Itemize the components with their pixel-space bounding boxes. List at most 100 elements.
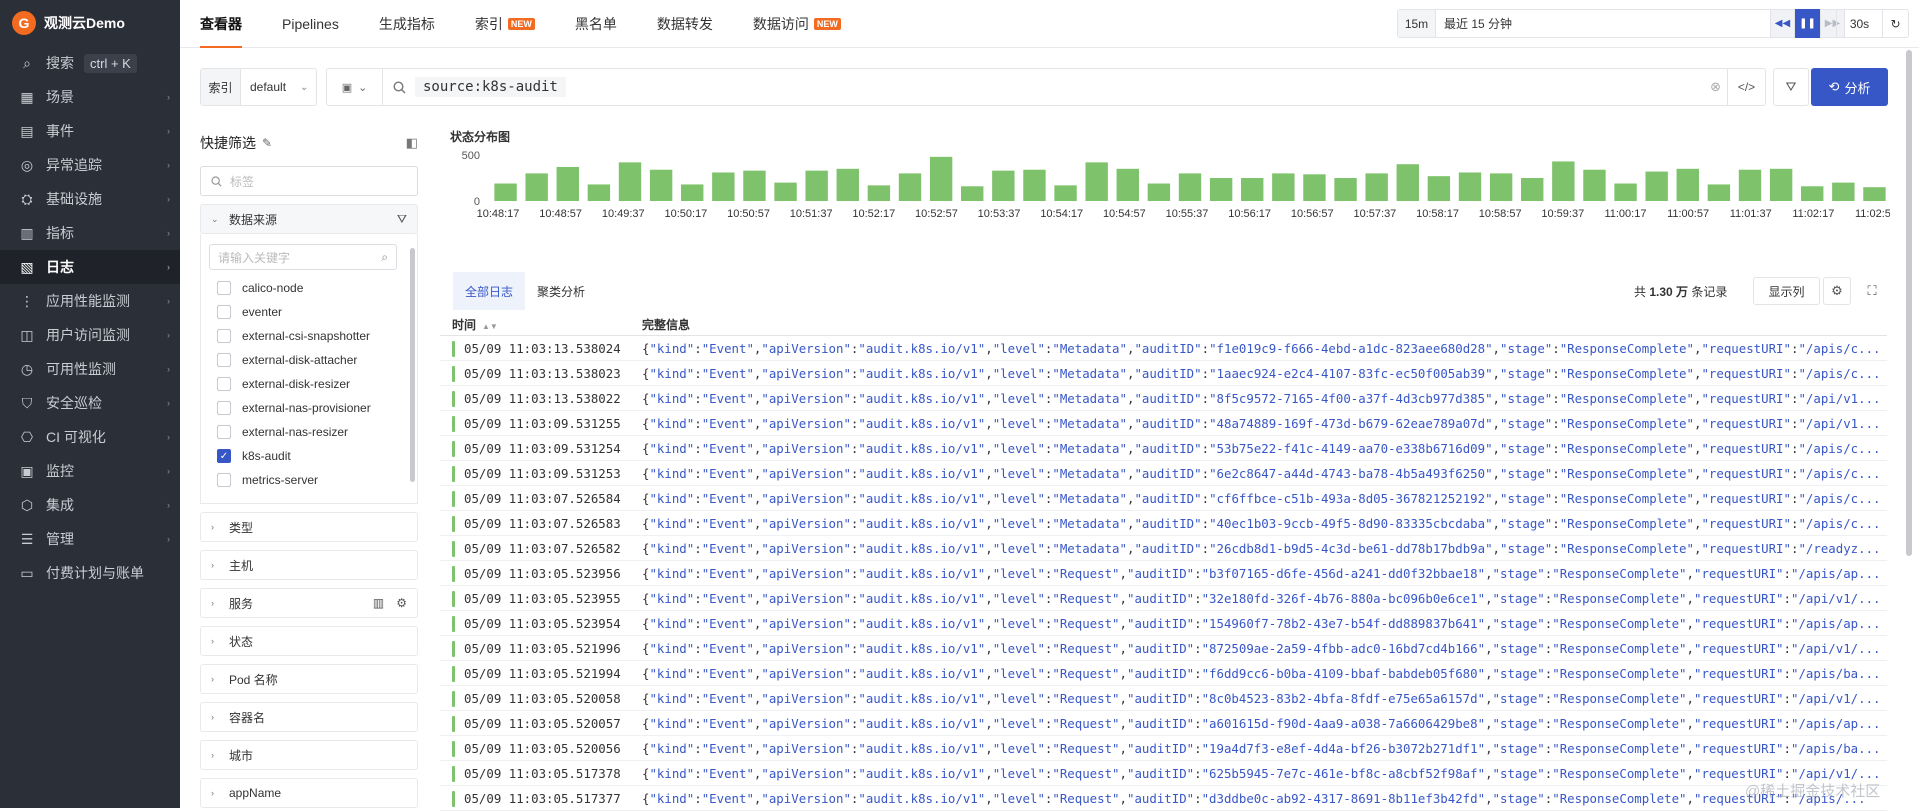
table-row[interactable]: 05/09 11:03:09.531254 {"kind":"Event","ap… bbox=[440, 436, 1887, 461]
columns-button[interactable]: 显示列 bbox=[1753, 277, 1820, 305]
table-row[interactable]: 05/09 11:03:05.523956 {"kind":"Event","ap… bbox=[440, 561, 1887, 586]
datasource-item[interactable]: calico-node bbox=[209, 276, 417, 300]
tab-3[interactable]: 索引 NEW bbox=[455, 0, 555, 48]
index-value[interactable]: default bbox=[241, 80, 300, 94]
edit-icon[interactable]: ✎ bbox=[262, 136, 272, 150]
columns-icon[interactable]: ▥ bbox=[373, 596, 384, 610]
sidebar-item-2[interactable]: ▤ 事件 › bbox=[0, 114, 180, 148]
table-row[interactable]: 05/09 11:03:05.520056 {"kind":"Event","ap… bbox=[440, 736, 1887, 761]
tab-4[interactable]: 黑名单 bbox=[555, 0, 637, 48]
chevron-down-icon[interactable]: ⌄ bbox=[300, 82, 316, 93]
datasource-item[interactable]: metrics-server bbox=[209, 468, 417, 492]
table-row[interactable]: 05/09 11:03:07.526583 {"kind":"Event","ap… bbox=[440, 511, 1887, 536]
tab-0[interactable]: 查看器 bbox=[180, 0, 262, 48]
gear-icon[interactable]: ⚙ bbox=[1823, 277, 1851, 305]
app-logo[interactable]: G 观测云Demo bbox=[0, 0, 180, 46]
table-row[interactable]: 05/09 11:03:07.526582 {"kind":"Event","ap… bbox=[440, 536, 1887, 561]
checkbox[interactable]: ✓ bbox=[217, 449, 231, 463]
table-row[interactable]: 05/09 11:03:13.538023 {"kind":"Event","ap… bbox=[440, 361, 1887, 386]
sidebar-item-0[interactable]: ⌕ 搜索 ctrl + K bbox=[0, 46, 180, 80]
filter-icon[interactable]: ⛛ bbox=[1773, 68, 1809, 106]
sidebar-item-7[interactable]: ⋮ 应用性能监测 › bbox=[0, 284, 180, 318]
checkbox[interactable] bbox=[217, 281, 231, 295]
checkbox[interactable] bbox=[217, 305, 231, 319]
sidebar-item-15[interactable]: ▭ 付费计划与账单 bbox=[0, 556, 180, 590]
table-row[interactable]: 05/09 11:03:13.538022 {"kind":"Event","ap… bbox=[440, 386, 1887, 411]
fullscreen-icon[interactable]: ⛶ bbox=[1858, 277, 1886, 305]
sidebar-item-6[interactable]: ▧ 日志 › bbox=[0, 250, 180, 284]
refresh-interval-value[interactable]: 30s bbox=[1837, 17, 1882, 31]
table-row[interactable]: 05/09 11:03:05.523955 {"kind":"Event","ap… bbox=[440, 586, 1887, 611]
table-row[interactable]: 05/09 11:03:05.523954 {"kind":"Event","ap… bbox=[440, 611, 1887, 636]
page-scrollbar[interactable] bbox=[1906, 50, 1912, 556]
facet-5[interactable]: › 容器名 bbox=[200, 702, 418, 732]
sidebar-item-1[interactable]: ▦ 场景 › bbox=[0, 80, 180, 114]
tab-2[interactable]: 生成指标 bbox=[359, 0, 455, 48]
sidebar-item-12[interactable]: ▣ 监控 › bbox=[0, 454, 180, 488]
sidebar-item-14[interactable]: ☰ 管理 › bbox=[0, 522, 180, 556]
keyword-search-input[interactable]: 请输入关键字 ⌕ bbox=[209, 244, 397, 270]
datasource-item[interactable]: eventer bbox=[209, 300, 417, 324]
analyze-button[interactable]: ⟲ 分析 bbox=[1811, 68, 1888, 106]
sidebar-item-3[interactable]: ◎ 异常追踪 › bbox=[0, 148, 180, 182]
refresh-icon[interactable]: ↻ bbox=[1882, 10, 1908, 37]
scrollbar[interactable] bbox=[410, 248, 415, 482]
table-row[interactable]: 05/09 11:03:05.520057 {"kind":"Event","ap… bbox=[440, 711, 1887, 736]
tab-5[interactable]: 数据转发 bbox=[637, 0, 733, 48]
facet-datasource-header[interactable]: ⌄ 数据来源 ⛛ bbox=[200, 204, 418, 234]
table-row[interactable]: 05/09 11:03:05.517377 {"kind":"Event","ap… bbox=[440, 786, 1887, 811]
sidebar-item-10[interactable]: ⛉ 安全巡检 › bbox=[0, 386, 180, 420]
sidebar-item-4[interactable]: ⛭ 基础设施 › bbox=[0, 182, 180, 216]
tag-search-input[interactable]: 标签 bbox=[200, 166, 418, 196]
checkbox[interactable] bbox=[217, 377, 231, 391]
collapse-panel-icon[interactable]: ◧ bbox=[406, 135, 418, 151]
sidebar-item-5[interactable]: ▥ 指标 › bbox=[0, 216, 180, 250]
table-row[interactable]: 05/09 11:03:13.538024 {"kind":"Event","ap… bbox=[440, 336, 1887, 361]
time-range-short[interactable]: 15m bbox=[1398, 10, 1436, 37]
query-box[interactable]: ▣ ⌄ source:k8s-audit ⊗ </> bbox=[326, 68, 1766, 106]
index-select[interactable]: 索引 default ⌄ bbox=[200, 68, 317, 106]
checkbox[interactable] bbox=[217, 329, 231, 343]
log-tab-1[interactable]: 聚类分析 bbox=[525, 272, 597, 310]
checkbox[interactable] bbox=[217, 353, 231, 367]
facet-2[interactable]: › 服务 ▥ ⚙ bbox=[200, 588, 418, 618]
table-row[interactable]: 05/09 11:03:05.521994 {"kind":"Event","ap… bbox=[440, 661, 1887, 686]
table-row[interactable]: 05/09 11:03:05.520058 {"kind":"Event","ap… bbox=[440, 686, 1887, 711]
time-range-label[interactable]: 最近 15 分钟 bbox=[1436, 15, 1787, 32]
time-range-picker[interactable]: 15m 最近 15 分钟 📌 bbox=[1397, 9, 1816, 38]
refresh-interval[interactable]: 30s ↻ bbox=[1836, 9, 1909, 38]
facet-6[interactable]: › 城市 bbox=[200, 740, 418, 770]
filter-icon[interactable]: ⛛ bbox=[397, 212, 407, 227]
table-row[interactable]: 05/09 11:03:05.521996 {"kind":"Event","ap… bbox=[440, 636, 1887, 661]
datasource-item[interactable]: external-disk-attacher bbox=[209, 348, 417, 372]
table-row[interactable]: 05/09 11:03:05.517378 {"kind":"Event","ap… bbox=[440, 761, 1887, 786]
log-tab-0[interactable]: 全部日志 bbox=[453, 272, 526, 310]
table-row[interactable]: 05/09 11:03:07.526584 {"kind":"Event","ap… bbox=[440, 486, 1887, 511]
datasource-item[interactable]: external-nas-resizer bbox=[209, 420, 417, 444]
sidebar-item-11[interactable]: ⎔ CI 可视化 › bbox=[0, 420, 180, 454]
facet-1[interactable]: › 主机 bbox=[200, 550, 418, 580]
sidebar-item-9[interactable]: ◷ 可用性监测 › bbox=[0, 352, 180, 386]
time-column-header[interactable]: 时间 ▲▼ bbox=[440, 316, 642, 333]
sidebar-item-13[interactable]: ⬡ 集成 › bbox=[0, 488, 180, 522]
checkbox[interactable] bbox=[217, 473, 231, 487]
datasource-item[interactable]: external-nas-provisioner bbox=[209, 396, 417, 420]
table-row[interactable]: 05/09 11:03:09.531253 {"kind":"Event","ap… bbox=[440, 461, 1887, 486]
facet-7[interactable]: › appName bbox=[200, 778, 418, 808]
query-text[interactable]: source:k8s-audit bbox=[415, 77, 566, 97]
gear-icon[interactable]: ⚙ bbox=[396, 596, 407, 610]
checkbox[interactable] bbox=[217, 401, 231, 415]
sort-icon[interactable]: ▲▼ bbox=[482, 322, 498, 331]
datasource-item[interactable]: ✓ k8s-audit bbox=[209, 444, 417, 468]
checkbox[interactable] bbox=[217, 425, 231, 439]
facet-3[interactable]: › 状态 bbox=[200, 626, 418, 656]
pause-icon[interactable]: ❚❚ bbox=[1795, 9, 1820, 38]
query-type-select[interactable]: ▣ ⌄ bbox=[327, 69, 383, 105]
table-row[interactable]: 05/09 11:03:09.531255 {"kind":"Event","ap… bbox=[440, 411, 1887, 436]
datasource-item[interactable]: external-csi-snapshotter bbox=[209, 324, 417, 348]
tab-1[interactable]: Pipelines bbox=[262, 0, 359, 48]
sidebar-item-8[interactable]: ◫ 用户访问监测 › bbox=[0, 318, 180, 352]
facet-4[interactable]: › Pod 名称 bbox=[200, 664, 418, 694]
facet-0[interactable]: › 类型 bbox=[200, 512, 418, 542]
datasource-item[interactable]: external-disk-resizer bbox=[209, 372, 417, 396]
